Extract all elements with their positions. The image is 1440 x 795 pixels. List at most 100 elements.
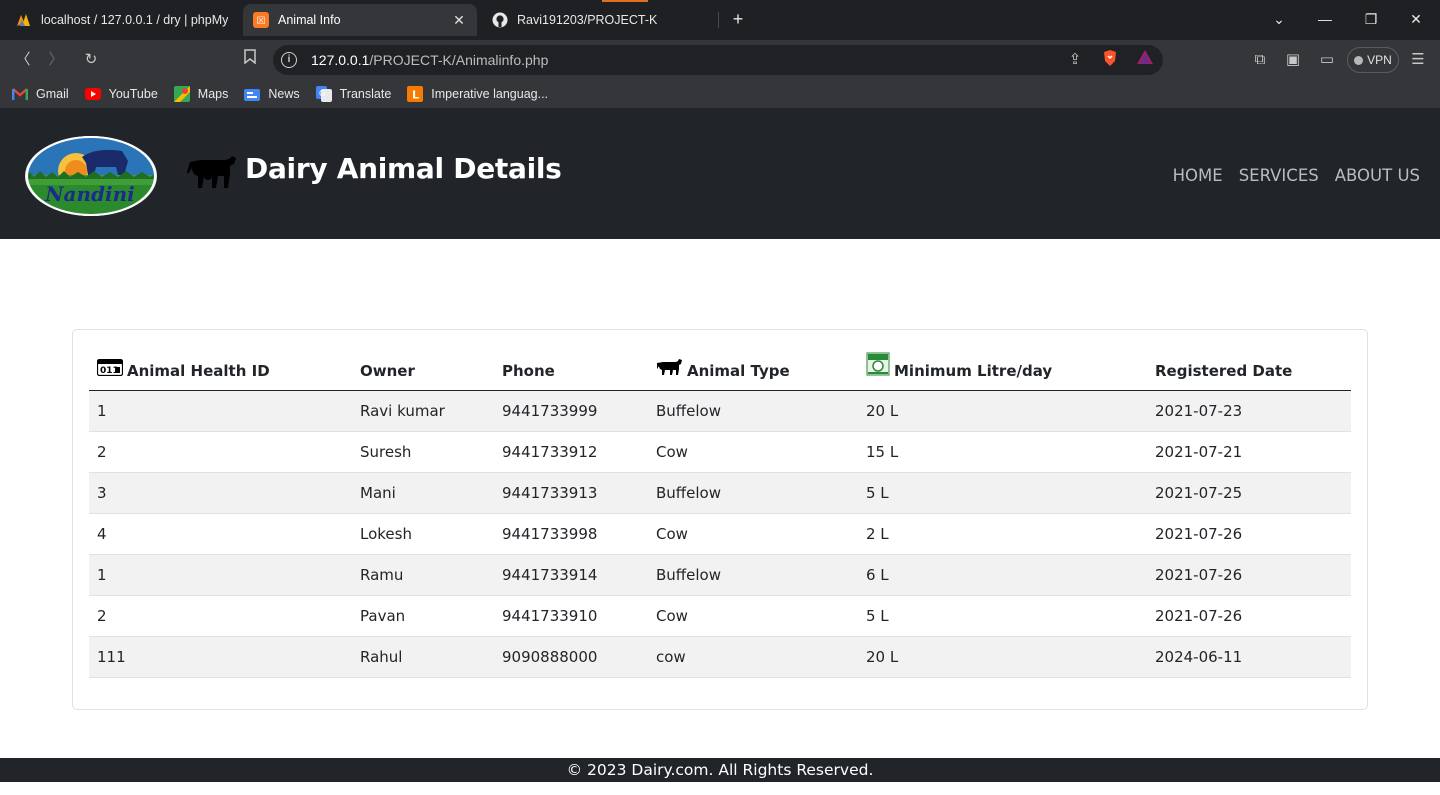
tab-title: localhost / 127.0.0.1 / dry | phpMyAd	[41, 13, 228, 27]
bookmark-gmail[interactable]: Gmail	[12, 86, 69, 102]
table-cell: 5 L	[858, 472, 1147, 514]
table-cell: 5 L	[858, 595, 1147, 637]
table-row: 1 Ramu 9441733914 Buffelow 6 L 2021-07-26	[89, 554, 1351, 596]
table-cell: 2021-07-26	[1147, 595, 1351, 637]
col-label: Minimum Litre/day	[894, 361, 1053, 380]
table-cell: 9441733912	[494, 431, 648, 473]
nav-about-us[interactable]: ABOUT US	[1335, 166, 1420, 185]
bookmark-page-icon[interactable]	[239, 49, 261, 71]
tab-search-chevron-icon[interactable]: ⌄	[1268, 8, 1290, 30]
animal-details-table: 011 Animal Health ID Owner Phone Animal …	[89, 346, 1351, 678]
url-text[interactable]: 127.0.0.1/PROJECT-K/Animalinfo.php	[311, 52, 548, 68]
nav-services[interactable]: SERVICES	[1239, 166, 1319, 185]
table-cell: 2 L	[858, 513, 1147, 555]
table-cell: 2021-07-21	[1147, 431, 1351, 473]
table-cell: 6 L	[858, 554, 1147, 596]
browser-tabstrip: localhost / 127.0.0.1 / dry | phpMyAd ☒ …	[0, 0, 1440, 40]
wallet-icon[interactable]: ▭	[1316, 49, 1338, 71]
xampp-icon: ☒	[253, 12, 269, 28]
tab-title: Animal Info	[278, 13, 341, 27]
table-cell: 9441733999	[494, 390, 648, 432]
table-cell: Buffelow	[648, 472, 858, 514]
table-cell: Ramu	[352, 554, 494, 596]
table-cell: 2021-07-25	[1147, 472, 1351, 514]
table-cell: 9090888000	[494, 636, 648, 678]
bookmark-label: Gmail	[36, 87, 69, 101]
table-row: 1 Ravi kumar 9441733999 Buffelow 20 L 2021-07…	[89, 390, 1351, 432]
main-nav: HOME SERVICES ABOUT US	[1173, 166, 1420, 185]
copyright-text: © 2023 Dairy.com. All Rights Reserved.	[566, 761, 874, 779]
close-tab-icon[interactable]: ✕	[451, 12, 467, 28]
site-info-icon[interactable]: i	[281, 52, 297, 68]
table-cell: Ravi kumar	[352, 390, 494, 432]
minimize-button[interactable]: —	[1314, 8, 1336, 30]
table-cell: Mani	[352, 472, 494, 514]
table-row: 111 Rahul 9090888000 cow 20 L 2024-06-11	[89, 636, 1351, 678]
col-label: Owner	[360, 361, 415, 380]
url-path: /PROJECT-K/Animalinfo.php	[369, 52, 549, 68]
bookmark-label: Maps	[197, 87, 229, 101]
bookmark-news[interactable]: News	[244, 86, 300, 102]
page-title: Dairy Animal Details	[245, 152, 562, 185]
tab-phpmyadmin[interactable]: localhost / 127.0.0.1 / dry | phpMyAd	[6, 4, 238, 36]
bookmark-label: YouTube	[108, 87, 158, 101]
nav-home[interactable]: HOME	[1173, 166, 1223, 185]
restore-button[interactable]: ❐	[1360, 8, 1382, 30]
table-cell: 9441733914	[494, 554, 648, 596]
url-host: 127.0.0.1	[311, 52, 370, 68]
table-body: 1 Ravi kumar 9441733999 Buffelow 20 L 2021-07…	[89, 390, 1351, 678]
github-icon	[492, 12, 508, 28]
tab-activity-accent	[602, 0, 648, 2]
cow-icon	[186, 152, 238, 195]
table-cell: 15 L	[858, 431, 1147, 473]
vpn-status-icon	[1354, 55, 1364, 65]
bookmark-youtube[interactable]: YouTube	[84, 86, 158, 102]
tab-animal-info[interactable]: ☒ Animal Info ✕	[243, 4, 477, 36]
phpmyadmin-icon	[16, 12, 32, 28]
reload-icon[interactable]: ↻	[80, 49, 102, 71]
new-tab-button[interactable]: +	[727, 8, 749, 30]
brave-rewards-icon[interactable]	[1134, 49, 1156, 71]
col-minimum-litre: Minimum Litre/day	[858, 346, 1147, 391]
table-cell: 1	[89, 390, 352, 432]
table-cell: Lokesh	[352, 513, 494, 555]
forward-icon[interactable]: 〉	[45, 49, 67, 71]
table-row: 2 Suresh 9441733912 Cow 15 L 2021-07-21	[89, 431, 1351, 473]
back-icon[interactable]: 〈	[12, 49, 34, 71]
bookmark-l-icon: L	[407, 86, 424, 102]
site-header: Nandini Dairy Animal Details HOME SERVIC…	[0, 108, 1440, 239]
table-cell: Suresh	[352, 431, 494, 473]
bookmark-label: Imperative languag...	[431, 87, 549, 101]
bookmark-label: News	[268, 87, 300, 101]
table-row: 3 Mani 9441733913 Buffelow 5 L 2021-07-25	[89, 472, 1351, 514]
table-cell: 9441733998	[494, 513, 648, 555]
bookmark-maps[interactable]: Maps	[173, 86, 229, 102]
menu-icon[interactable]: ☰	[1407, 49, 1429, 71]
share-icon[interactable]: ⇪	[1064, 49, 1086, 71]
svg-text:G: G	[319, 89, 325, 98]
table-cell: 2	[89, 431, 352, 473]
table-cell: 2021-07-26	[1147, 513, 1351, 555]
sidebar-icon[interactable]: ▣	[1282, 49, 1304, 71]
svg-text:L: L	[412, 89, 419, 102]
col-owner: Owner	[352, 346, 494, 391]
vpn-button[interactable]: VPN	[1347, 47, 1399, 73]
table-cell: 3	[89, 472, 352, 514]
tab-title: Ravi191203/PROJECT-K	[517, 13, 658, 27]
nandini-logo[interactable]: Nandini	[24, 135, 158, 222]
close-window-button[interactable]: ✕	[1405, 8, 1427, 30]
table-cell: 4	[89, 513, 352, 555]
bookmarks-bar: Gmail YouTube Maps News G Translate L Im…	[0, 80, 1440, 108]
brave-shields-icon[interactable]	[1099, 49, 1121, 71]
bookmark-imperative[interactable]: L Imperative languag...	[407, 86, 548, 102]
table-header-row: 011 Animal Health ID Owner Phone Animal …	[89, 346, 1351, 391]
table-cell: Cow	[648, 513, 858, 555]
extensions-icon[interactable]: ⧉	[1249, 49, 1271, 71]
maps-icon	[173, 86, 190, 102]
animal-details-card: 011 Animal Health ID Owner Phone Animal …	[72, 329, 1368, 710]
bookmark-translate[interactable]: G Translate	[315, 86, 391, 102]
table-row: 4 Lokesh 9441733998 Cow 2 L 2021-07-26	[89, 513, 1351, 555]
table-cell: 2024-06-11	[1147, 636, 1351, 678]
svg-text:☒: ☒	[257, 16, 266, 27]
tab-github[interactable]: Ravi191203/PROJECT-K	[482, 4, 716, 36]
